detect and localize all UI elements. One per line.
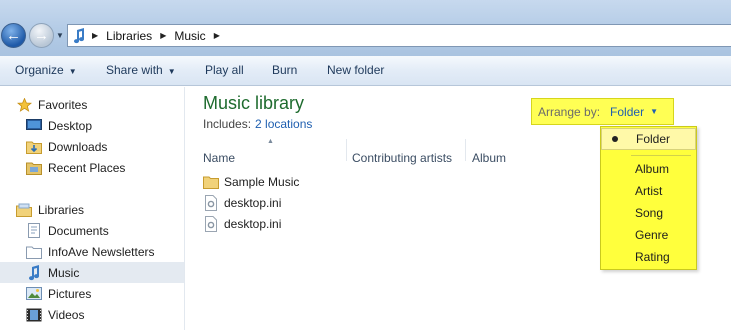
list-item[interactable]: Sample Music xyxy=(203,172,299,192)
locations-link[interactable]: 2 locations xyxy=(255,117,312,131)
nav-videos-label: Videos xyxy=(48,307,85,322)
menu-item-label: Artist xyxy=(635,184,663,198)
column-header-contributing-artists[interactable]: Contributing artists xyxy=(352,151,452,165)
nav-desktop[interactable]: Desktop xyxy=(26,115,184,136)
music-note-icon xyxy=(26,264,42,280)
back-button[interactable]: ← xyxy=(1,23,26,48)
list-item[interactable]: desktop.ini xyxy=(203,214,281,234)
nav-downloads[interactable]: Downloads xyxy=(26,136,184,157)
column-divider[interactable] xyxy=(346,139,347,161)
film-strip-icon xyxy=(26,308,42,322)
menu-item-folder[interactable]: Folder xyxy=(601,128,696,150)
breadcrumb-separator-icon[interactable]: ▶ xyxy=(92,31,98,40)
file-name: Sample Music xyxy=(224,175,300,189)
nav-desktop-label: Desktop xyxy=(48,118,93,133)
breadcrumb-separator-icon[interactable]: ▶ xyxy=(160,31,166,40)
arrange-by-value[interactable]: Folder xyxy=(610,105,644,119)
menu-item-label: Folder xyxy=(636,132,671,146)
folder-icon xyxy=(26,245,42,259)
history-dropdown-icon[interactable]: ▼ xyxy=(56,31,64,40)
new-folder-button[interactable]: New folder xyxy=(327,63,384,77)
includes-label: Includes: xyxy=(203,117,252,131)
file-name: desktop.ini xyxy=(224,217,282,231)
play-all-button[interactable]: Play all xyxy=(205,63,244,77)
nav-downloads-label: Downloads xyxy=(48,139,108,154)
nav-music-label: Music xyxy=(48,265,80,280)
column-header-album[interactable]: Album xyxy=(472,151,506,165)
desktop-icon xyxy=(26,119,42,133)
address-bar[interactable]: ▶ Libraries ▶ Music ▶ xyxy=(67,24,731,47)
organize-label: Organize xyxy=(15,63,64,77)
nav-documents[interactable]: Documents xyxy=(26,220,184,241)
chevron-down-icon: ▼ xyxy=(68,67,77,76)
forward-arrow-icon: → xyxy=(34,27,49,44)
burn-button[interactable]: Burn xyxy=(272,63,297,77)
breadcrumb-music[interactable]: Music xyxy=(174,29,205,43)
menu-item-label: Album xyxy=(635,162,670,176)
breadcrumb-separator-icon[interactable]: ▶ xyxy=(214,31,220,40)
column-header-name[interactable]: Name xyxy=(203,151,235,165)
nav-music[interactable]: Music xyxy=(0,262,184,283)
list-item[interactable]: desktop.ini xyxy=(203,193,281,213)
includes-line: Includes: 2 locations xyxy=(203,117,312,131)
chevron-down-icon: ▼ xyxy=(167,67,176,76)
star-icon xyxy=(16,97,32,112)
share-with-label: Share with xyxy=(106,63,163,77)
pictures-icon xyxy=(26,287,42,301)
organize-button[interactable]: Organize ▼ xyxy=(15,63,77,77)
menu-divider xyxy=(631,155,691,156)
nav-favorites[interactable]: Favorites xyxy=(16,94,184,115)
menu-item-label: Rating xyxy=(635,250,670,264)
downloads-folder-icon xyxy=(26,140,42,154)
back-arrow-icon: ← xyxy=(6,27,21,44)
nav-infoave-newsletters[interactable]: InfoAve Newsletters xyxy=(26,241,184,262)
nav-pictures[interactable]: Pictures xyxy=(26,283,184,304)
folder-icon xyxy=(203,174,219,190)
libraries-icon xyxy=(16,203,32,217)
sort-ascending-icon: ▲ xyxy=(267,138,274,145)
navigation-pane: Favorites Desktop Downloads Recent Place… xyxy=(0,87,185,330)
menu-item-song[interactable]: Song xyxy=(601,202,696,224)
documents-icon xyxy=(26,223,42,238)
nav-libraries[interactable]: Libraries xyxy=(16,199,184,220)
title-bar: ← → ▼ ▶ Libraries ▶ Music ▶ xyxy=(0,0,731,56)
menu-item-label: Genre xyxy=(635,228,669,242)
nav-recent-places[interactable]: Recent Places xyxy=(26,157,184,178)
menu-item-label: Song xyxy=(635,206,664,220)
recent-places-icon xyxy=(26,161,42,175)
breadcrumb-libraries[interactable]: Libraries xyxy=(106,29,152,43)
nav-recent-places-label: Recent Places xyxy=(48,160,126,175)
settings-file-icon xyxy=(203,216,219,232)
menu-item-genre[interactable]: Genre xyxy=(601,224,696,246)
settings-file-icon xyxy=(203,195,219,211)
menu-item-album[interactable]: Album xyxy=(601,158,696,180)
nav-videos[interactable]: Videos xyxy=(26,304,184,325)
nav-favorites-label: Favorites xyxy=(38,97,88,112)
arrange-by-menu: Folder Album Artist Song Genre Rating xyxy=(600,126,697,270)
command-bar: Organize ▼ Share with ▼ Play all Burn New … xyxy=(0,56,731,86)
chevron-down-icon[interactable]: ▼ xyxy=(650,107,658,116)
radio-selected-icon xyxy=(612,136,618,142)
menu-item-artist[interactable]: Artist xyxy=(601,180,696,202)
arrange-by-label: Arrange by: xyxy=(538,104,601,119)
forward-button[interactable]: → xyxy=(29,23,54,48)
menu-item-rating[interactable]: Rating xyxy=(601,246,696,268)
nav-infoave-label: InfoAve Newsletters xyxy=(48,244,155,259)
music-library-icon xyxy=(68,25,90,46)
nav-libraries-label: Libraries xyxy=(38,202,85,217)
file-name: desktop.ini xyxy=(224,196,282,210)
nav-documents-label: Documents xyxy=(48,223,109,238)
column-divider[interactable] xyxy=(465,139,466,161)
share-with-button[interactable]: Share with ▼ xyxy=(106,63,176,77)
nav-pictures-label: Pictures xyxy=(48,286,92,301)
arrange-by-control[interactable]: Arrange by: Folder ▼ xyxy=(531,98,674,125)
library-title: Music library xyxy=(203,93,305,113)
